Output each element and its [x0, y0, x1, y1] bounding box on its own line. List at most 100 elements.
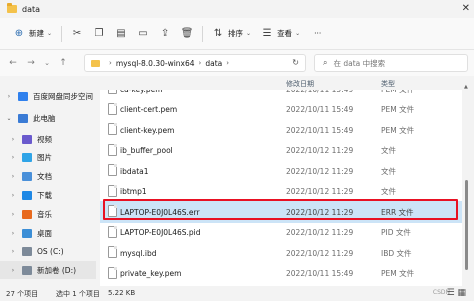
view-mode-icons[interactable]: ☰ ▦ — [447, 288, 466, 298]
sidebar-item[interactable]: › 图片 — [0, 148, 96, 166]
scissors-icon: ✂ — [72, 28, 82, 39]
forward-arrow-icon[interactable]: → — [24, 58, 38, 68]
share-icon: ⇪ — [160, 28, 170, 39]
new-button[interactable]: ⊕ 新建 ⌄ — [8, 23, 57, 45]
file-icon — [108, 143, 117, 156]
address-row: ← → ⌄ ↑ › mysql-8.0.30-winx64 › data › ↻… — [0, 50, 474, 76]
file-row[interactable]: client-cert.pem 2022/10/11 15:49 PEM 文件 — [100, 99, 462, 121]
file-date: 2022/10/11 15:49 — [286, 269, 354, 278]
divider — [61, 25, 63, 42]
document-icon — [22, 171, 32, 181]
sidebar-item-label: OS (C:) — [37, 246, 64, 256]
chevron-right-icon: › — [226, 59, 230, 67]
sidebar-item[interactable]: › 下载 — [0, 186, 96, 204]
drive-icon — [22, 265, 32, 275]
expand-chevron-icon[interactable]: › — [8, 211, 18, 218]
close-button[interactable]: ✕ — [462, 3, 470, 14]
up-arrow-icon[interactable]: ↑ — [56, 58, 70, 68]
sidebar-item-label: 音乐 — [37, 209, 52, 219]
sort-icon: ⇅ — [213, 28, 223, 39]
file-name: ib_buffer_pool — [120, 146, 173, 155]
column-type-header[interactable]: 类型 — [381, 79, 395, 89]
expand-chevron-icon[interactable]: › — [8, 230, 18, 237]
scroll-up-icon[interactable]: ▲ — [464, 84, 468, 90]
file-date: 2022/10/12 11:29 — [286, 146, 354, 155]
navigation-pane: › 百度网盘同步空间 ⌄ 此电脑 › 视频 › 图片 › 文档 › 下载 › 音乐 › 桌面 › OS (C:) ›… — [0, 76, 96, 286]
sidebar-item[interactable]: ⌄ 此电脑 — [0, 109, 96, 127]
sidebar-item[interactable]: › 新加卷 (D:) — [0, 261, 96, 279]
window-title: data — [22, 4, 41, 14]
sidebar-item[interactable]: › 音乐 — [0, 205, 96, 223]
cut-button[interactable]: ✂ — [66, 23, 88, 45]
file-icon — [108, 246, 117, 258]
search-placeholder: 在 data 中搜索 — [333, 58, 386, 68]
copy-button[interactable]: ❐ — [88, 23, 110, 45]
file-name: ibtmp1 — [120, 187, 147, 196]
expand-chevron-icon[interactable]: › — [8, 173, 18, 180]
refresh-icon[interactable]: ↻ — [292, 58, 299, 67]
file-row[interactable]: LAPTOP-E0J0L46S.pid 2022/10/12 11:29 PID 文… — [100, 222, 462, 244]
file-name: LAPTOP-E0J0L46S.err — [120, 207, 200, 217]
expand-chevron-icon[interactable]: › — [8, 248, 18, 255]
sidebar-item-label: 图片 — [37, 152, 52, 162]
file-name: ibdata1 — [120, 166, 149, 176]
expand-chevron-icon[interactable]: › — [8, 267, 18, 274]
file-row[interactable]: private_key.pem 2022/10/11 15:49 PEM 文件 — [100, 263, 462, 285]
file-name: LAPTOP-E0J0L46S.pid — [120, 228, 201, 237]
share-button[interactable]: ⇪ — [154, 23, 176, 45]
file-name: client-cert.pem — [120, 105, 178, 114]
expand-chevron-icon[interactable]: › — [8, 154, 18, 161]
title-bar: data ✕ — [0, 0, 474, 18]
expand-chevron-icon[interactable]: › — [8, 192, 18, 199]
sidebar-item[interactable]: › 文档 — [0, 167, 96, 185]
file-type: PEM 文件 — [381, 125, 415, 135]
file-date: 2022/10/11 15:49 — [286, 105, 354, 114]
back-arrow-icon[interactable]: ← — [6, 58, 20, 68]
paste-button[interactable]: ▤ — [110, 23, 132, 45]
trash-icon: 🗑 — [180, 28, 194, 39]
sidebar-item[interactable]: › 百度网盘同步空间 — [0, 87, 96, 105]
file-row[interactable]: ibdata1 2022/10/12 11:29 文件 — [100, 160, 462, 182]
breadcrumb-mysql[interactable]: mysql-8.0.30-winx64 — [116, 59, 195, 68]
expand-chevron-icon[interactable]: › — [4, 93, 14, 100]
sidebar-item[interactable]: › 视频 — [0, 130, 96, 148]
file-icon — [108, 225, 117, 238]
drive-icon — [22, 246, 32, 256]
address-bar[interactable]: › mysql-8.0.30-winx64 › data › ↻ — [84, 54, 306, 72]
view-button[interactable]: ☰ 查看 ⌄ — [256, 23, 305, 45]
file-icon — [108, 90, 117, 94]
folder-icon — [91, 59, 100, 67]
file-icon — [108, 205, 117, 217]
file-row[interactable]: mysql.ibd 2022/10/12 11:29 IBD 文件 — [100, 242, 462, 264]
file-row[interactable]: LAPTOP-E0J0L46S.err 2022/10/12 11:29 ERR 文… — [100, 201, 462, 223]
scrollbar-thumb[interactable] — [465, 180, 468, 270]
file-date: 2022/10/12 11:29 — [286, 187, 354, 196]
file-name: mysql.ibd — [120, 248, 157, 258]
file-row[interactable]: client-key.pem 2022/10/11 15:49 PEM 文件 — [100, 119, 462, 141]
search-input[interactable]: ⌕ 在 data 中搜索 — [314, 54, 468, 72]
file-row[interactable]: ibtmp1 2022/10/12 11:29 文件 — [100, 181, 462, 203]
more-button[interactable]: ··· — [305, 23, 326, 45]
file-icon — [108, 266, 117, 279]
file-date: 2022/10/11 15:49 — [286, 90, 353, 94]
item-count: 27 个项目 — [6, 290, 39, 298]
file-type: PEM 文件 — [381, 105, 415, 114]
sidebar-item[interactable]: › 桌面 — [0, 224, 96, 242]
sidebar-item-label: 新加卷 (D:) — [37, 265, 77, 275]
rename-button[interactable]: ▭ — [132, 23, 154, 45]
sidebar-item[interactable]: › OS (C:) — [0, 242, 96, 260]
sidebar-item-label: 视频 — [37, 134, 52, 144]
sort-button[interactable]: ⇅ 排序 ⌄ — [207, 23, 256, 45]
recent-chevron-icon[interactable]: ⌄ — [40, 59, 54, 67]
file-row[interactable]: ib_buffer_pool 2022/10/12 11:29 文件 — [100, 140, 462, 162]
expand-chevron-icon[interactable]: › — [8, 136, 18, 143]
file-type: PID 文件 — [381, 228, 411, 237]
sidebar-item-label: 桌面 — [37, 228, 52, 238]
expand-chevron-icon[interactable]: ⌄ — [4, 115, 14, 122]
scrollbar[interactable]: ▲ — [464, 84, 470, 286]
breadcrumb-data[interactable]: data — [205, 59, 222, 68]
delete-button[interactable]: 🗑 — [176, 23, 198, 45]
file-date: 2022/10/12 11:29 — [286, 207, 354, 217]
file-date: 2022/10/11 15:49 — [286, 125, 354, 135]
column-date-header[interactable]: 修改日期 — [286, 79, 314, 89]
